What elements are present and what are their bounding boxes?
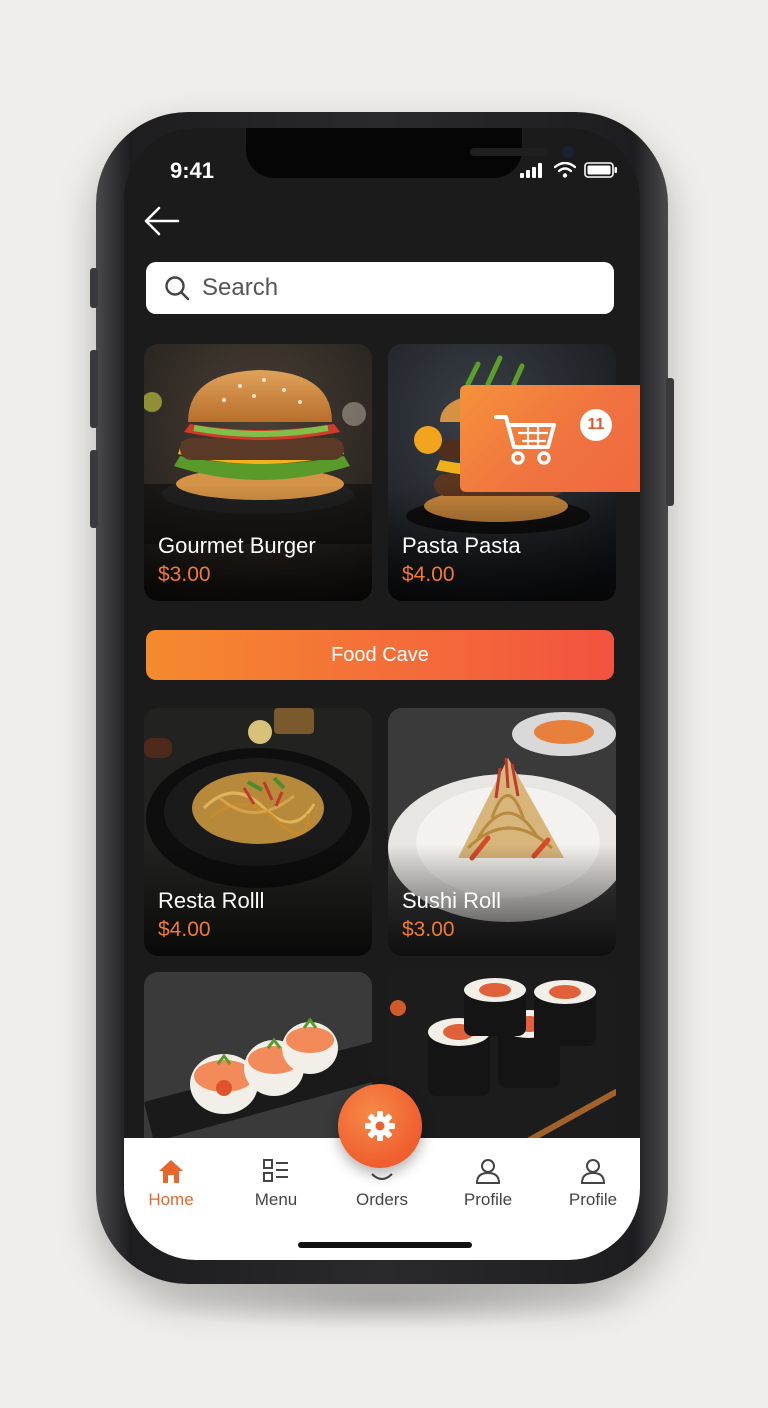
back-arrow-icon: [144, 206, 180, 236]
tab-label: Profile: [463, 1190, 513, 1209]
volume-up-button: [90, 350, 98, 428]
cart-badge: 11: [580, 409, 612, 441]
product-price: $4.00: [158, 918, 211, 941]
product-name: Sushi Roll: [402, 888, 502, 913]
back-button[interactable]: [142, 204, 182, 238]
profile-icon: [475, 1159, 501, 1184]
product-price: $3.00: [402, 918, 455, 941]
signal-icon: [520, 163, 542, 178]
gear-icon: [365, 1111, 395, 1141]
product-price: $3.00: [158, 563, 211, 586]
tab-home[interactable]: Home: [126, 1158, 216, 1210]
power-button: [666, 378, 674, 506]
tab-profile[interactable]: Profile: [443, 1158, 533, 1210]
tab-label: Profile: [568, 1190, 618, 1209]
food-cave-banner[interactable]: Food Cave: [146, 630, 614, 680]
product-card-gourmet-burger[interactable]: Gourmet Burger $3.00: [144, 344, 372, 601]
cart-icon: [494, 415, 556, 465]
tab-label: Home: [148, 1190, 194, 1209]
product-card-sushi-roll[interactable]: Sushi Roll $3.00: [388, 708, 616, 956]
tab-profile-2[interactable]: Profile: [548, 1158, 638, 1210]
volume-down-button: [90, 450, 98, 528]
app-screen: 9:41 Search Gourmet Burger $3.00 Pasta P…: [124, 128, 640, 1260]
search-input[interactable]: Search: [146, 262, 614, 314]
home-indicator[interactable]: [298, 1242, 472, 1248]
product-card-maki[interactable]: [388, 972, 616, 1162]
cart-button[interactable]: 11: [460, 385, 640, 492]
product-name: Pasta Pasta: [402, 533, 521, 558]
battery-icon: [584, 162, 617, 178]
tab-menu[interactable]: Menu: [231, 1158, 321, 1210]
status-time: 9:41: [170, 158, 215, 183]
wifi-icon: [554, 162, 576, 178]
search-placeholder: Search: [202, 274, 279, 301]
front-camera: [562, 146, 574, 158]
settings-fab[interactable]: [338, 1084, 422, 1168]
notch: [246, 128, 574, 178]
profile-icon: [580, 1159, 606, 1184]
search-icon: [165, 276, 190, 301]
speaker: [470, 148, 546, 156]
tab-label: Orders: [356, 1190, 408, 1209]
mute-switch: [90, 268, 98, 308]
home-icon: [159, 1160, 183, 1183]
tab-label: Menu: [254, 1190, 298, 1209]
product-name: Gourmet Burger: [158, 533, 316, 558]
product-card-resta-rolll[interactable]: Resta Rolll $4.00: [144, 708, 372, 956]
product-price: $4.00: [402, 563, 455, 586]
status-icons: [520, 162, 618, 178]
maki-rolls-image: [388, 972, 616, 1162]
product-name: Resta Rolll: [158, 888, 265, 913]
menu-icon: [263, 1159, 288, 1182]
